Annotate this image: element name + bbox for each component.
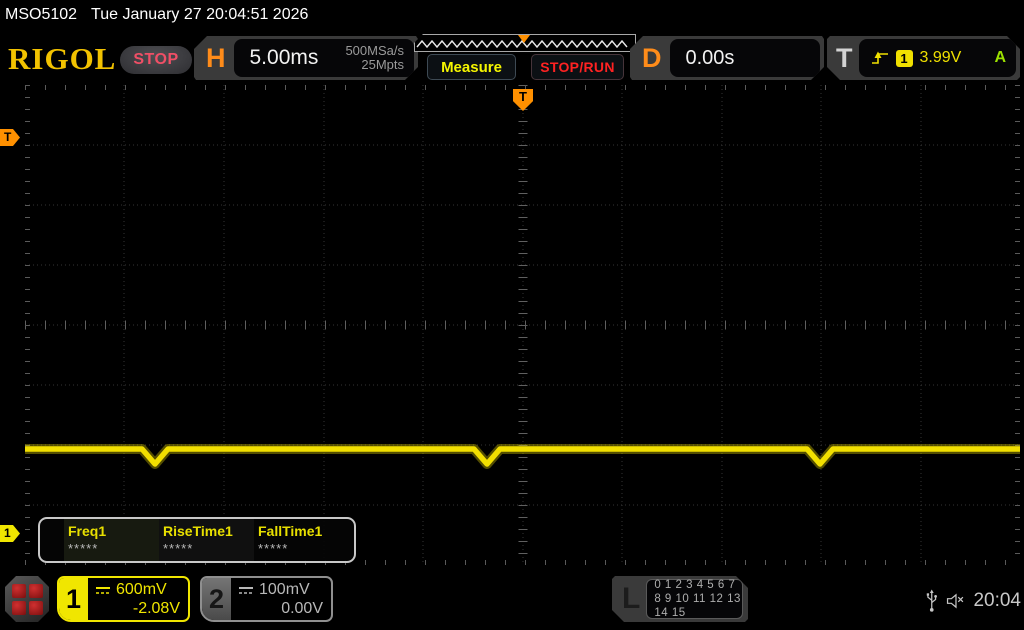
stop-run-button-label: STOP/RUN xyxy=(540,59,615,75)
logic-channels-row1: 0 1 2 3 4 5 6 7 xyxy=(654,578,742,592)
menu-grid-icon xyxy=(12,601,26,615)
logic-label: L xyxy=(612,582,644,616)
delay-settings-block[interactable]: D 0.00s xyxy=(630,36,824,80)
measurement-item[interactable]: Freq1 ***** xyxy=(64,519,159,561)
usb-icon[interactable] xyxy=(926,586,938,616)
status-tray: 20:04 xyxy=(926,583,1021,619)
delay-value: 0.00s xyxy=(670,47,735,70)
trigger-level-value: 3.99V xyxy=(920,49,988,67)
channel1-offset: -2.08V xyxy=(95,600,180,618)
titlebar: MSO5102 Tue January 27 20:04:51 2026 xyxy=(5,6,308,24)
measurement-label: RiseTime1 xyxy=(163,523,254,539)
channel1-waveform-trace xyxy=(25,85,1020,565)
channel1-scale: 600mV xyxy=(116,581,167,599)
measurement-panel-spacer xyxy=(40,519,64,561)
memory-depth: 25Mpts xyxy=(345,58,404,72)
measurement-value: ***** xyxy=(68,541,159,556)
channel2-scale: 100mV xyxy=(259,581,310,599)
trigger-settings-block[interactable]: T 1 3.99V A xyxy=(827,36,1020,80)
channel1-position-marker[interactable]: 1 xyxy=(0,525,20,542)
delay-label: D xyxy=(630,43,668,74)
model-name: MSO5102 xyxy=(5,6,77,24)
menu-grid-icon xyxy=(29,601,43,615)
acquisition-info: 500MSa/s 25Mpts xyxy=(345,44,414,72)
channel1-number-tab: 1 xyxy=(59,578,88,620)
channel2-status-block[interactable]: 2 100mV 0.00V xyxy=(200,576,333,622)
sample-rate: 500MSa/s xyxy=(345,44,404,58)
menu-grid-icon xyxy=(29,584,43,598)
dc-coupling-icon xyxy=(95,586,111,595)
timebase-value: 5.00ms xyxy=(234,46,346,70)
trigger-level-marker[interactable]: T xyxy=(0,129,20,146)
horizontal-settings-block[interactable]: H 5.00ms 500MSa/s 25Mpts xyxy=(194,36,418,80)
dc-coupling-icon xyxy=(238,586,254,595)
measurement-value: ***** xyxy=(258,541,349,556)
menu-grid-icon xyxy=(12,584,26,598)
sound-muted-icon[interactable] xyxy=(946,590,966,612)
channel2-number-tab: 2 xyxy=(202,578,231,620)
run-state-indicator[interactable]: STOP xyxy=(120,46,192,74)
channel2-offset: 0.00V xyxy=(238,600,323,618)
horizontal-label: H xyxy=(194,43,232,74)
rising-edge-trigger-icon xyxy=(871,50,889,66)
waveform-display-area[interactable] xyxy=(25,85,1020,565)
channel1-status-block[interactable]: 1 600mV -2.08V xyxy=(57,576,190,622)
trigger-sweep-mode: A xyxy=(994,49,1006,67)
logic-channels-row2: 8 9 10 11 12 13 14 15 xyxy=(654,592,742,620)
horizontal-values: 5.00ms 500MSa/s 25Mpts xyxy=(234,39,415,77)
trigger-source-badge: 1 xyxy=(896,50,913,67)
stop-run-button[interactable]: STOP/RUN xyxy=(531,54,624,80)
measurement-value: ***** xyxy=(163,541,254,556)
measurement-item[interactable]: FallTime1 ***** xyxy=(254,519,349,561)
measurement-label: FallTime1 xyxy=(258,523,349,539)
menu-button[interactable] xyxy=(5,576,49,622)
measurement-label: Freq1 xyxy=(68,523,159,539)
measurement-item[interactable]: RiseTime1 ***** xyxy=(159,519,254,561)
measure-button[interactable]: Measure xyxy=(427,54,516,80)
measurement-results-panel[interactable]: Freq1 ***** RiseTime1 ***** FallTime1 **… xyxy=(38,517,356,563)
clock-text: 20:04 xyxy=(973,590,1021,612)
rigol-logo: RIGOL xyxy=(8,41,116,77)
trigger-label: T xyxy=(827,43,857,74)
preview-trigger-marker-icon[interactable] xyxy=(518,35,530,43)
logic-channels-block[interactable]: L 0 1 2 3 4 5 6 7 8 9 10 11 12 13 14 15 xyxy=(612,576,748,622)
run-state-label: STOP xyxy=(133,51,178,69)
measure-button-label: Measure xyxy=(441,59,502,76)
datetime-text: Tue January 27 20:04:51 2026 xyxy=(91,6,308,24)
